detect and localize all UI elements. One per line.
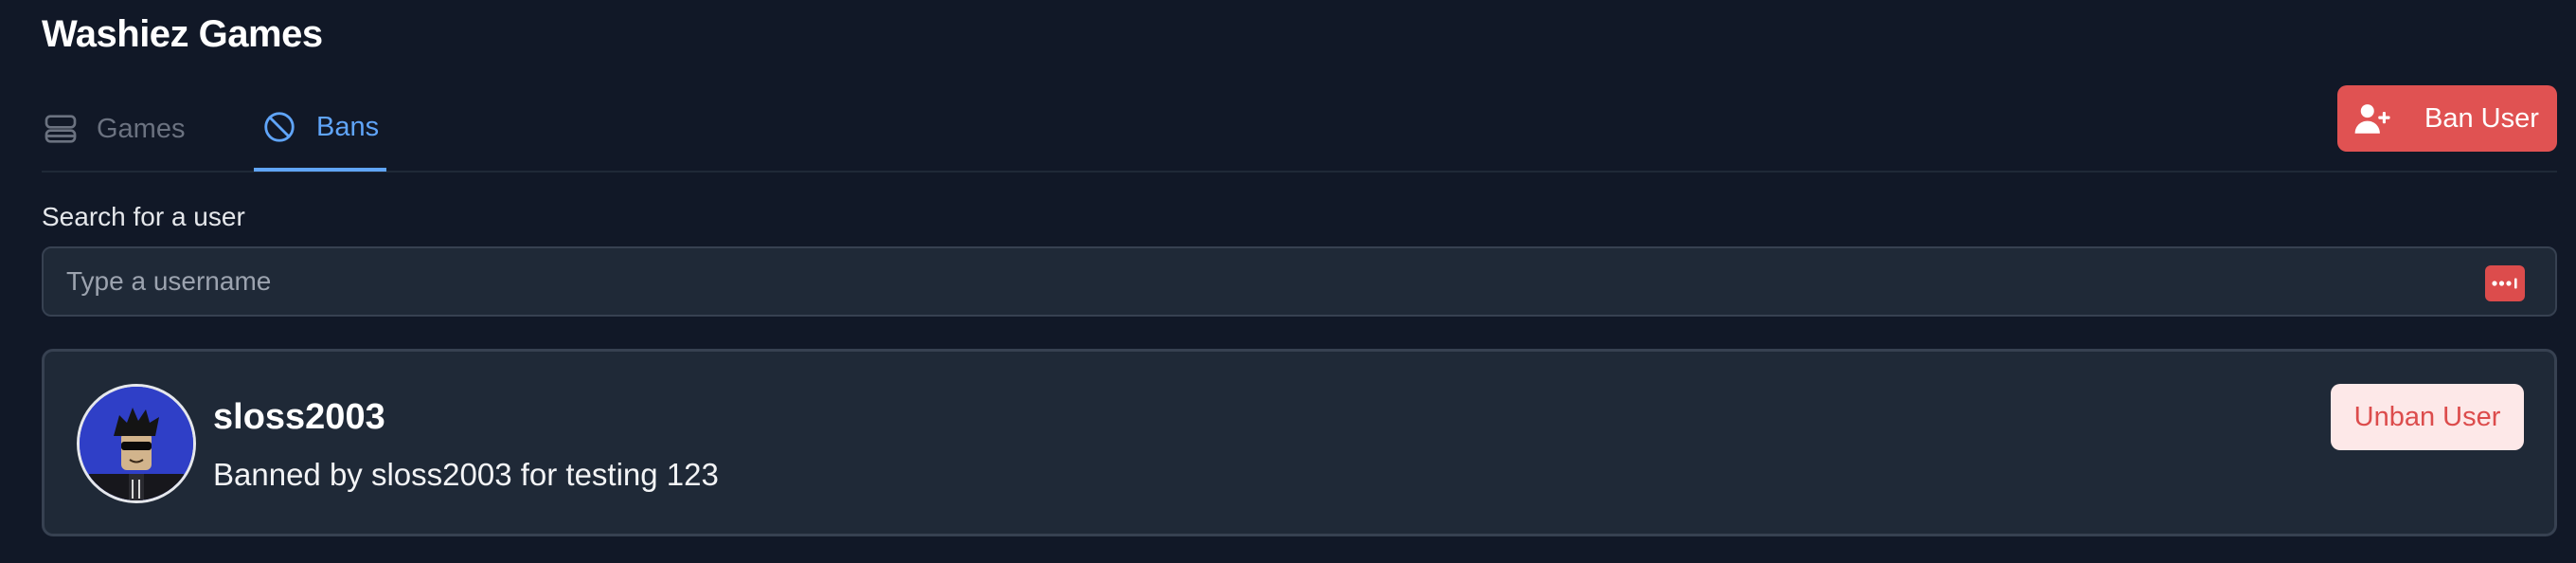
- tab-games[interactable]: Games: [42, 87, 185, 171]
- page-title: Washiez Games: [42, 13, 323, 55]
- ban-username: sloss2003: [213, 397, 385, 437]
- unban-user-button[interactable]: Unban User: [2331, 384, 2524, 450]
- ban-icon: [261, 109, 299, 147]
- server-icon: [42, 110, 80, 148]
- avatar: [77, 384, 196, 503]
- page: Washiez Games Games Bans Ban User Search…: [0, 0, 2576, 563]
- search-field: [42, 246, 2557, 317]
- ban-user-label: Ban User: [2424, 102, 2539, 134]
- ban-card: sloss2003 Banned by sloss2003 for testin…: [42, 349, 2557, 536]
- tab-bar: Games Bans: [42, 87, 2557, 173]
- ban-reason: Banned by sloss2003 for testing 123: [213, 457, 719, 492]
- ban-user-button[interactable]: Ban User: [2337, 85, 2557, 152]
- tab-bans[interactable]: Bans: [254, 87, 387, 172]
- search-input[interactable]: [44, 248, 2555, 315]
- tab-bans-label: Bans: [316, 112, 380, 142]
- password-manager-icon[interactable]: [2485, 265, 2525, 301]
- tab-games-label: Games: [97, 113, 186, 144]
- search-label: Search for a user: [42, 202, 245, 231]
- user-plus-icon: [2352, 99, 2392, 138]
